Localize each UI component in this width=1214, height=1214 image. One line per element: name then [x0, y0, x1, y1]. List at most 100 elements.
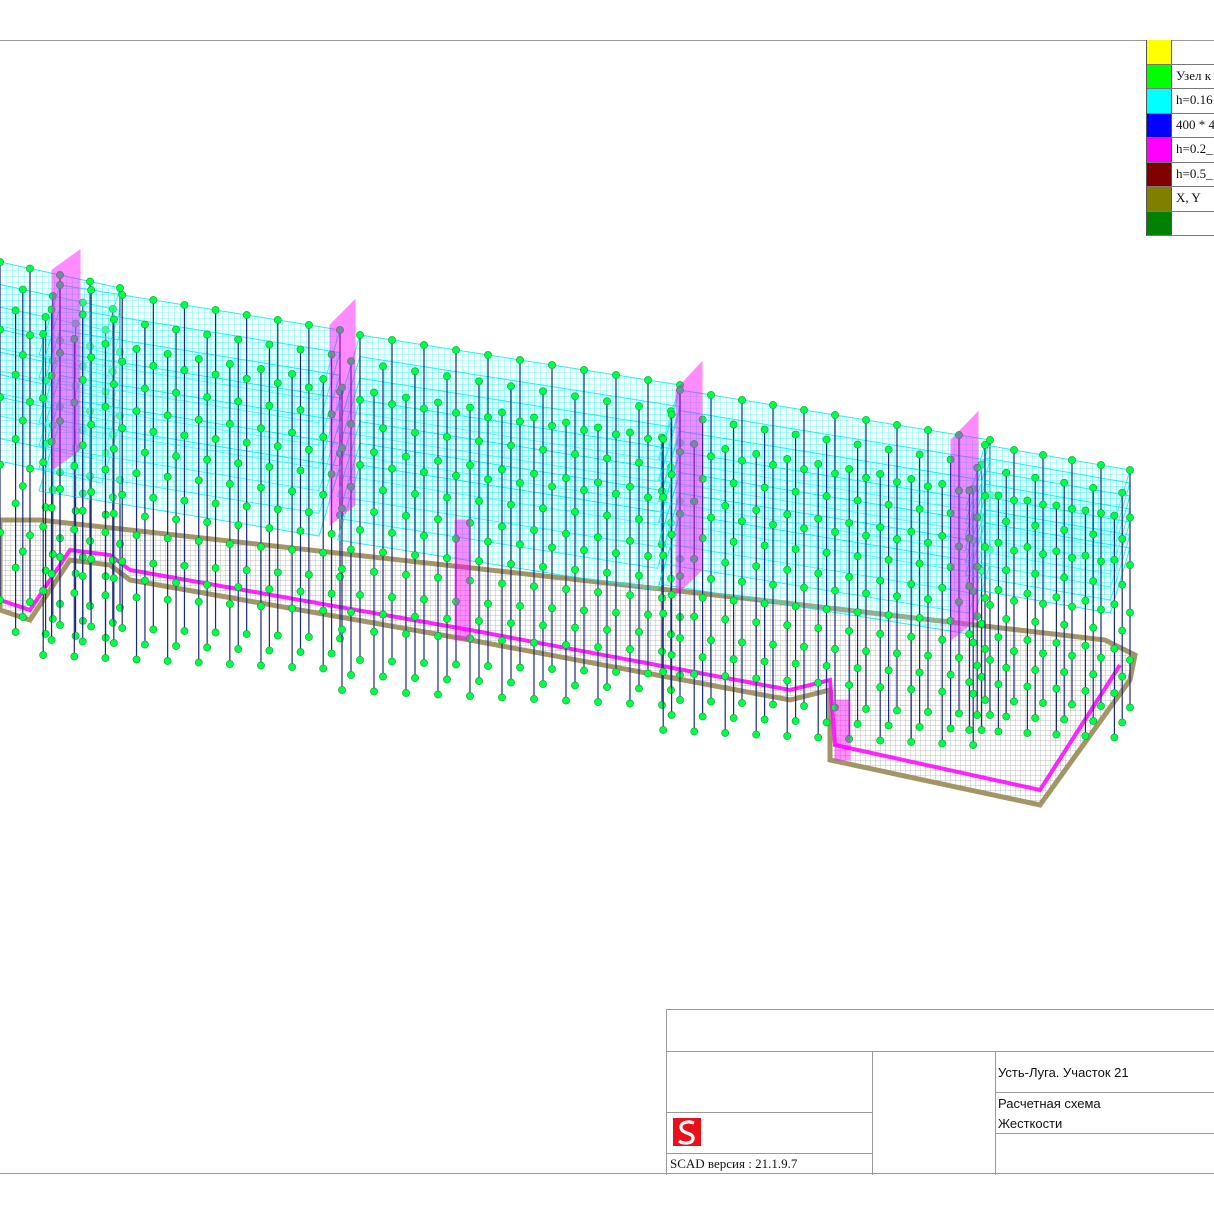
- node-marker: [203, 330, 212, 339]
- node-marker: [698, 653, 707, 661]
- node-marker: [994, 538, 1003, 547]
- node-marker: [11, 563, 20, 572]
- node-marker: [118, 557, 127, 566]
- node-marker: [47, 636, 56, 644]
- legend-swatch-maroon: [1147, 162, 1172, 186]
- node-marker: [356, 526, 364, 534]
- node-marker: [388, 400, 396, 409]
- legend-label: Узел к: [1176, 67, 1212, 83]
- title-block-divider: [995, 1133, 1214, 1134]
- node-marker: [1097, 653, 1105, 662]
- node-marker: [635, 515, 643, 524]
- node-marker: [667, 711, 676, 719]
- node-marker: [26, 397, 34, 406]
- node-marker: [338, 625, 346, 634]
- node-marker: [466, 692, 474, 700]
- node-marker: [379, 486, 387, 495]
- node-marker: [893, 706, 901, 715]
- node-marker: [118, 424, 127, 433]
- node-marker: [242, 374, 251, 383]
- node-marker: [814, 624, 823, 632]
- node-marker: [507, 560, 515, 568]
- node-marker: [1010, 446, 1018, 454]
- node-marker: [831, 586, 839, 595]
- node-marker: [571, 681, 579, 690]
- node-marker: [729, 714, 738, 722]
- node-marker: [108, 556, 117, 564]
- node-marker: [466, 403, 474, 412]
- node-marker: [571, 392, 579, 401]
- node-marker: [304, 570, 313, 579]
- node-marker: [969, 638, 978, 647]
- node-marker: [1002, 712, 1011, 721]
- node-marker: [814, 569, 823, 578]
- node-marker: [1081, 506, 1090, 515]
- legend-row: h=0.16: [1147, 89, 1214, 114]
- node-marker: [257, 365, 265, 373]
- node-marker: [507, 441, 515, 450]
- node-marker: [893, 649, 901, 658]
- node-marker: [539, 387, 547, 396]
- node-marker: [466, 461, 474, 470]
- node-marker: [862, 531, 870, 540]
- node-marker: [1002, 468, 1011, 477]
- node-marker: [1126, 608, 1134, 617]
- node-marker: [1118, 718, 1127, 727]
- node-marker: [434, 573, 442, 582]
- node-marker: [265, 524, 274, 532]
- node-marker: [319, 432, 328, 441]
- title-block-divider: [667, 1112, 872, 1113]
- node-marker: [791, 659, 800, 668]
- node-marker: [304, 633, 313, 641]
- node-marker: [603, 397, 611, 406]
- node-marker: [658, 647, 666, 656]
- node-marker: [915, 505, 924, 513]
- node-marker: [1068, 504, 1076, 513]
- node-marker: [194, 537, 203, 545]
- node-marker: [242, 566, 251, 575]
- node-marker: [707, 452, 715, 461]
- node-marker: [800, 583, 808, 592]
- node-marker: [969, 689, 978, 698]
- node-marker: [327, 589, 336, 598]
- node-marker: [11, 499, 20, 508]
- node-marker: [769, 401, 777, 409]
- project-name: Усть-Луга. Участок 21: [998, 1065, 1129, 1080]
- node-marker: [26, 464, 34, 473]
- node-marker: [994, 727, 1003, 736]
- node-marker: [356, 591, 364, 599]
- node-marker: [132, 593, 141, 602]
- node-marker: [659, 493, 668, 502]
- node-marker: [562, 696, 570, 705]
- node-marker: [507, 500, 515, 509]
- node-marker: [853, 608, 862, 617]
- node-marker: [658, 594, 666, 602]
- node-marker: [141, 640, 149, 649]
- node-marker: [876, 470, 885, 478]
- node-marker: [760, 425, 769, 434]
- node-marker: [938, 739, 947, 748]
- node-marker: [1089, 483, 1098, 492]
- node-marker: [635, 458, 643, 467]
- node-marker: [965, 726, 974, 734]
- node-marker: [443, 675, 451, 684]
- node-marker: [594, 588, 602, 597]
- node-marker: [603, 625, 611, 634]
- node-marker: [101, 402, 110, 411]
- node-marker: [257, 424, 265, 433]
- node-marker: [475, 557, 483, 565]
- node-marker: [907, 685, 916, 694]
- node-marker: [273, 631, 282, 640]
- node-marker: [822, 492, 831, 500]
- node-marker: [635, 571, 643, 580]
- node-marker: [41, 313, 50, 321]
- node-marker: [498, 579, 506, 588]
- node-marker: [1118, 672, 1127, 681]
- node-marker: [752, 562, 761, 571]
- node-marker: [721, 501, 730, 510]
- node-marker: [194, 476, 203, 485]
- node-marker: [981, 441, 989, 449]
- node-marker: [18, 285, 27, 294]
- node-marker: [977, 726, 986, 734]
- node-marker: [884, 611, 893, 619]
